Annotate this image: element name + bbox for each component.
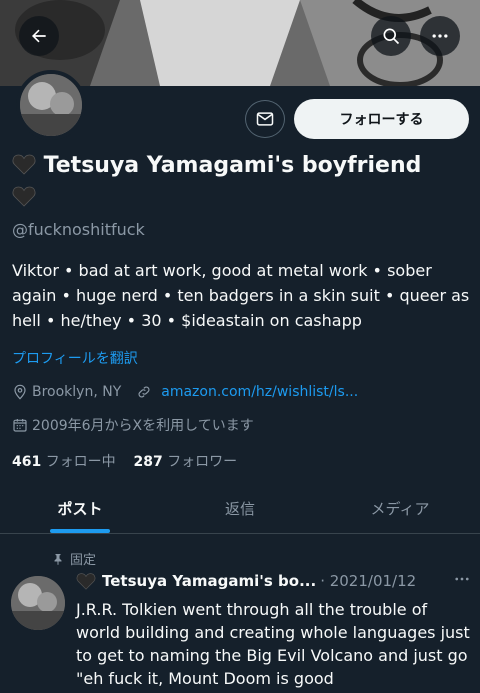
avatar-image (11, 576, 65, 630)
search-icon (383, 28, 400, 45)
black-heart-icon (76, 573, 96, 590)
follow-button[interactable]: フォローする (294, 99, 469, 139)
profile-bio: Viktor • bad at art work, good at metal … (12, 261, 470, 330)
tab-replies[interactable]: 返信 (160, 484, 320, 533)
search-button[interactable] (371, 16, 411, 56)
profile-handle: @fucknoshitfuck (12, 220, 145, 239)
follow-counts: 461 フォロー中 287 フォロワー (12, 451, 237, 471)
message-button[interactable] (245, 100, 285, 138)
following-label: フォロー中 (45, 454, 116, 470)
more-button[interactable] (420, 16, 460, 56)
profile-tabs: ポスト 返信 メディア (0, 484, 480, 534)
profile-avatar[interactable] (16, 70, 86, 140)
followers-link[interactable]: 287 フォロワー (134, 454, 238, 470)
post-header: Tetsuya Yamagami's bo... · 2021/01/12 (76, 572, 471, 590)
location-icon (14, 384, 26, 400)
black-heart-icon (12, 154, 36, 175)
post-author-name[interactable]: Tetsuya Yamagami's bo... (102, 572, 316, 590)
location-text: Brooklyn, NY (32, 384, 122, 400)
more-horizontal-icon (432, 34, 448, 38)
following-link[interactable]: 461 フォロー中 (12, 454, 116, 470)
joined-row: 2009年6月からXを利用しています (12, 415, 254, 435)
translate-profile-link[interactable]: プロフィールを翻訳 (12, 348, 138, 368)
more-horizontal-icon (455, 577, 469, 581)
followers-count: 287 (133, 454, 163, 470)
pinned-label: 固定 (70, 553, 97, 568)
display-name: Tetsuya Yamagami's boyfriend (12, 150, 472, 214)
link-icon (138, 386, 150, 398)
pinned-indicator: 固定 (52, 549, 96, 568)
profile-banner[interactable] (0, 0, 480, 86)
mail-icon (256, 112, 274, 126)
black-heart-icon (12, 186, 36, 207)
website-link[interactable]: amazon.com/hz/wishlist/ls... (161, 384, 358, 400)
post-date[interactable]: · 2021/01/12 (320, 572, 416, 590)
back-button[interactable] (19, 16, 59, 56)
arrow-left-icon (32, 29, 46, 43)
avatar-image (20, 74, 82, 136)
post-text: J.R.R. Tolkien went through all the trou… (76, 600, 470, 688)
tab-posts[interactable]: ポスト (0, 484, 160, 533)
display-name-text: Tetsuya Yamagami's boyfriend (43, 153, 422, 178)
profile-meta: Brooklyn, NY amazon.com/hz/wishlist/ls..… (12, 384, 358, 400)
joined-text: 2009年6月からXを利用しています (32, 418, 254, 434)
following-count: 461 (12, 454, 42, 470)
post-author-avatar[interactable] (11, 576, 65, 630)
post-more-button[interactable] (453, 570, 471, 593)
tab-media[interactable]: メディア (320, 484, 480, 533)
followers-label: フォロワー (167, 454, 238, 470)
calendar-icon (13, 419, 27, 432)
pin-icon (54, 553, 62, 565)
